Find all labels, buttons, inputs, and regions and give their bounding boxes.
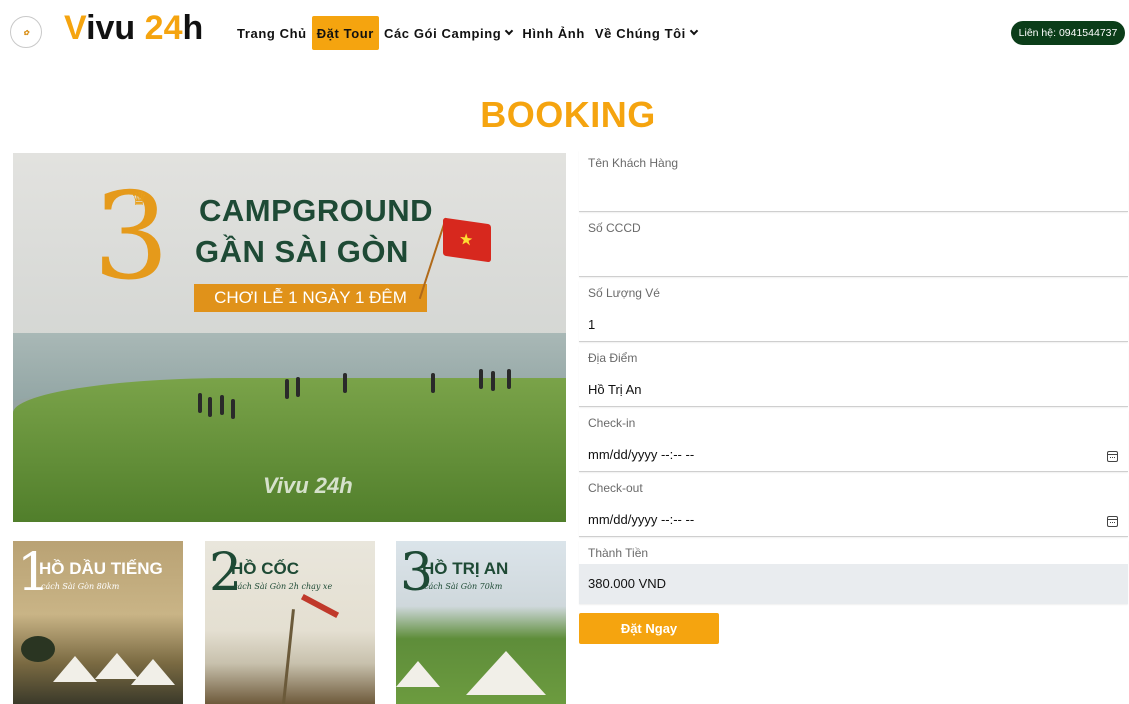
chevron-down-icon [505, 26, 514, 36]
tree-shape [21, 636, 55, 662]
main-nav: Trang Chủ Đặt Tour Các Gói Camping Hình … [232, 16, 702, 50]
person-figure [491, 371, 495, 391]
thumbnail-title: HỒ CỐC [231, 559, 299, 578]
logo-icon[interactable]: ✿ [10, 16, 42, 48]
calendar-icon[interactable] [1107, 451, 1118, 462]
nav-home-label: Trang Chủ [237, 25, 307, 41]
checkout-label: Check-out [588, 481, 643, 495]
nav-book-tour-label: Đặt Tour [316, 25, 374, 41]
person-figure [285, 379, 289, 399]
hero-banner: CHƠI LỄ 1 NGÀY 1 ĐÊM [194, 284, 427, 312]
person-figure [231, 399, 235, 419]
hero-image: 3 ♛ CAMPGROUND GẦN SÀI GÒN CHƠI LỄ 1 NGÀ… [13, 153, 566, 522]
brand-text: ivu [86, 9, 145, 47]
person-figure [343, 373, 347, 393]
brand-letter-v: V [64, 9, 87, 47]
crown-icon: ♛ [131, 189, 148, 209]
thumbnail-subtitle: cách Sài Gòn 80km [41, 582, 120, 591]
id-number-label: Số CCCD [588, 221, 641, 235]
contact-label: Liên hệ: 0941544737 [1018, 27, 1118, 39]
person-figure [479, 369, 483, 389]
page-title: BOOKING [480, 94, 656, 135]
thumbnail-subtitle: cách Sài Gòn 2h chạy xe [233, 582, 333, 591]
total-value: 380.000 VND [588, 576, 667, 591]
nav-home[interactable]: Trang Chủ [232, 16, 312, 50]
person-figure [296, 377, 300, 397]
book-now-label: Đặt Ngay [620, 621, 678, 636]
checkout-field: Check-out mm/dd/yyyy --:-- -- [579, 475, 1128, 537]
contact-button[interactable]: Liên hệ: 0941544737 [1011, 21, 1125, 45]
nav-gallery-label: Hình Ảnh [522, 25, 585, 41]
person-figure [507, 369, 511, 389]
calendar-icon[interactable] [1107, 516, 1118, 527]
thumbnail-title: HỒ TRỊ AN [422, 559, 509, 578]
tickets-label: Số Lượng Vé [588, 286, 660, 300]
id-number-input[interactable] [579, 243, 1119, 269]
tent-shape [131, 659, 175, 685]
checkin-field: Check-in mm/dd/yyyy --:-- -- [579, 410, 1128, 472]
star-icon: ★ [459, 230, 474, 250]
nav-camping-packages-label: Các Gói Camping [383, 25, 502, 41]
tent-shape [466, 651, 546, 695]
location-label: Địa Điểm [588, 351, 638, 365]
nav-about-us-label: Về Chúng Tôi [594, 25, 686, 41]
customer-name-field: Tên Khách Hàng [579, 150, 1128, 212]
thumbnail-ho-coc[interactable]: 2 HỒ CỐC cách Sài Gòn 2h chạy xe [205, 541, 375, 704]
hero-line2: GẦN SÀI GÒN [195, 234, 409, 269]
kite-pole [282, 609, 295, 704]
customer-name-label: Tên Khách Hàng [588, 156, 679, 170]
checkout-input[interactable]: mm/dd/yyyy --:-- -- [588, 512, 694, 527]
nav-book-tour[interactable]: Đặt Tour [311, 16, 379, 50]
nav-camping-packages[interactable]: Các Gói Camping [379, 16, 517, 50]
person-figure [208, 397, 212, 417]
location-input[interactable]: Hồ Trị An [588, 382, 641, 397]
hero-watermark: Vivu 24h [263, 473, 353, 498]
checkin-input[interactable]: mm/dd/yyyy --:-- -- [588, 447, 694, 462]
hero-grass [13, 378, 566, 522]
thumbnail-subtitle: cách Sài Gòn 70km [424, 582, 503, 591]
thumbnail-dau-tieng[interactable]: 1 HỒ DẦU TIẾNG cách Sài Gòn 80km [13, 541, 183, 704]
customer-name-input[interactable] [579, 178, 1119, 204]
thumbnail-tri-an[interactable]: 3 HỒ TRỊ AN cách Sài Gòn 70km [396, 541, 566, 704]
thumbnail-title: HỒ DẦU TIẾNG [39, 559, 163, 578]
nav-gallery[interactable]: Hình Ảnh [517, 16, 590, 50]
tickets-field: Số Lượng Vé 1 [579, 280, 1128, 342]
hero-banner-text: CHƠI LỄ 1 NGÀY 1 ĐÊM [214, 288, 407, 307]
chevron-down-icon [689, 26, 699, 36]
site-header: ✿ Vivu 24h Trang Chủ Đặt Tour Các Gói Ca… [0, 0, 1129, 64]
tent-shape [396, 661, 440, 687]
id-number-field: Số CCCD [579, 215, 1128, 277]
person-figure [198, 393, 202, 413]
tickets-input[interactable]: 1 [588, 317, 595, 332]
kite-shape [300, 593, 340, 619]
person-figure [431, 373, 435, 393]
total-field: Thành Tiền 380.000 VND [579, 540, 1128, 604]
total-label: Thành Tiền [588, 546, 649, 560]
nav-about-us[interactable]: Về Chúng Tôi [590, 16, 702, 50]
checkin-label: Check-in [588, 416, 636, 430]
hero-line1: CAMPGROUND [199, 193, 434, 228]
vietnam-flag-icon: ★ [443, 217, 491, 263]
brand-number: 24 [144, 9, 183, 47]
brand-logo[interactable]: Vivu 24h [64, 9, 203, 48]
booking-page: ✿ Vivu 24h Trang Chủ Đặt Tour Các Gói Ca… [0, 0, 1129, 704]
location-field: Địa Điểm Hồ Trị An [579, 345, 1128, 407]
person-figure [220, 395, 224, 415]
book-now-button[interactable]: Đặt Ngay [579, 613, 719, 644]
brand-suffix: h [182, 9, 204, 47]
tent-shape [53, 656, 97, 682]
